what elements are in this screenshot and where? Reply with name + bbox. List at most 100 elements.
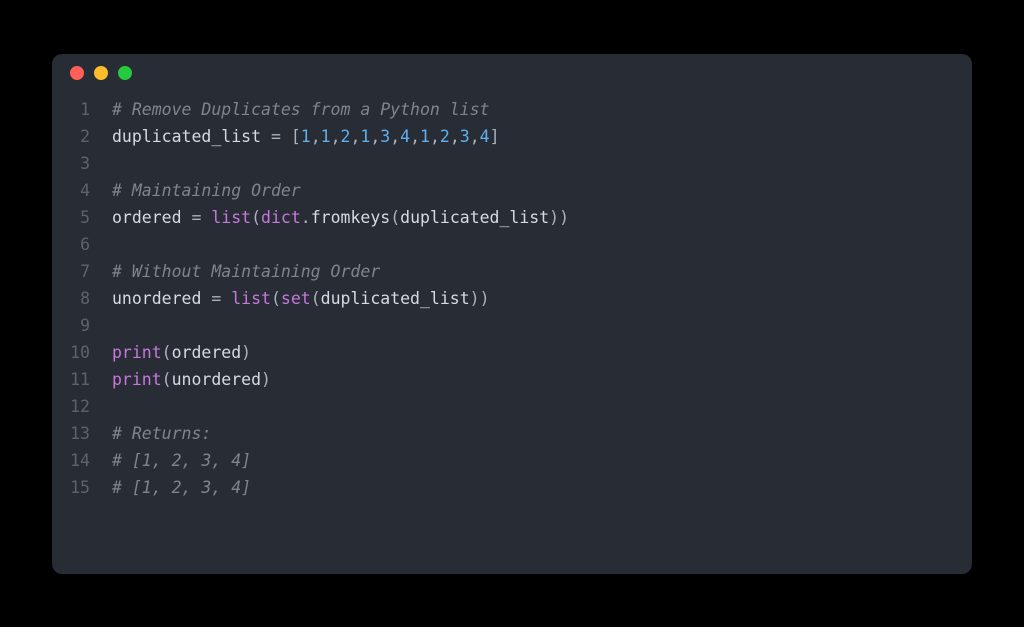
line-number: 3: [52, 150, 112, 177]
line-content: # Without Maintaining Order: [112, 258, 380, 285]
code-token: unordered: [172, 370, 261, 389]
code-token: 4: [480, 127, 490, 146]
code-token: 1: [321, 127, 331, 146]
code-token: ,: [311, 127, 321, 146]
code-line: 11print(unordered): [52, 366, 972, 393]
code-token: ,: [370, 127, 380, 146]
code-line: 2duplicated_list = [1,1,2,1,3,4,1,2,3,4]: [52, 123, 972, 150]
code-token: set: [281, 289, 311, 308]
line-number: 14: [52, 447, 112, 474]
code-token: 3: [460, 127, 470, 146]
code-line: 10print(ordered): [52, 339, 972, 366]
line-content: duplicated_list = [1,1,2,1,3,4,1,2,3,4]: [112, 123, 500, 150]
code-line: 12: [52, 393, 972, 420]
code-line: 15# [1, 2, 3, 4]: [52, 474, 972, 501]
code-token: ): [241, 343, 251, 362]
line-content: unordered = list(set(duplicated_list)): [112, 285, 490, 312]
code-token: print: [112, 370, 162, 389]
code-token: (: [162, 370, 172, 389]
line-number: 15: [52, 474, 112, 501]
line-number: 10: [52, 339, 112, 366]
code-token: ,: [390, 127, 400, 146]
code-line: 5ordered = list(dict.fromkeys(duplicated…: [52, 204, 972, 231]
line-number: 2: [52, 123, 112, 150]
code-token: unordered: [112, 289, 201, 308]
code-line: 9: [52, 312, 972, 339]
code-token: # Maintaining Order: [112, 181, 301, 200]
code-token: 1: [420, 127, 430, 146]
code-line: 4# Maintaining Order: [52, 177, 972, 204]
close-icon[interactable]: [70, 66, 84, 80]
line-number: 8: [52, 285, 112, 312]
code-token: =: [261, 127, 291, 146]
line-content: # Returns:: [112, 420, 211, 447]
code-token: ,: [470, 127, 480, 146]
code-token: fromkeys: [311, 208, 390, 227]
minimize-icon[interactable]: [94, 66, 108, 80]
code-area[interactable]: 1# Remove Duplicates from a Python list2…: [52, 92, 972, 501]
code-line: 7# Without Maintaining Order: [52, 258, 972, 285]
code-token: # Without Maintaining Order: [112, 262, 380, 281]
code-token: duplicated_list: [400, 208, 549, 227]
code-token: ordered: [112, 208, 182, 227]
line-number: 12: [52, 393, 112, 420]
code-token: =: [182, 208, 212, 227]
code-token: duplicated_list: [321, 289, 470, 308]
line-number: 11: [52, 366, 112, 393]
code-token: (: [311, 289, 321, 308]
code-line: 8unordered = list(set(duplicated_list)): [52, 285, 972, 312]
code-token: .: [301, 208, 311, 227]
line-content: # Remove Duplicates from a Python list: [112, 96, 490, 123]
code-token: 4: [400, 127, 410, 146]
code-token: )): [549, 208, 569, 227]
code-token: 2: [440, 127, 450, 146]
code-token: ,: [450, 127, 460, 146]
code-line: 3: [52, 150, 972, 177]
code-token: (: [162, 343, 172, 362]
code-token: )): [470, 289, 490, 308]
code-token: ,: [331, 127, 341, 146]
code-token: ,: [350, 127, 360, 146]
line-content: # Maintaining Order: [112, 177, 301, 204]
code-line: 6: [52, 231, 972, 258]
code-line: 1# Remove Duplicates from a Python list: [52, 96, 972, 123]
line-content: # [1, 2, 3, 4]: [112, 447, 251, 474]
line-number: 5: [52, 204, 112, 231]
code-token: (: [271, 289, 281, 308]
code-token: 2: [341, 127, 351, 146]
line-number: 6: [52, 231, 112, 258]
code-token: ,: [430, 127, 440, 146]
code-token: # [1, 2, 3, 4]: [112, 451, 251, 470]
code-token: print: [112, 343, 162, 362]
line-content: print(ordered): [112, 339, 251, 366]
code-token: # Returns:: [112, 424, 211, 443]
line-content: ordered = list(dict.fromkeys(duplicated_…: [112, 204, 569, 231]
code-token: ]: [490, 127, 500, 146]
code-token: (: [390, 208, 400, 227]
line-number: 4: [52, 177, 112, 204]
code-token: ordered: [172, 343, 242, 362]
line-content: print(unordered): [112, 366, 271, 393]
titlebar: [52, 54, 972, 92]
code-token: duplicated_list: [112, 127, 261, 146]
line-number: 13: [52, 420, 112, 447]
code-token: list: [211, 208, 251, 227]
code-token: 3: [380, 127, 390, 146]
editor-window: 1# Remove Duplicates from a Python list2…: [52, 54, 972, 574]
code-token: # Remove Duplicates from a Python list: [112, 100, 490, 119]
line-number: 7: [52, 258, 112, 285]
zoom-icon[interactable]: [118, 66, 132, 80]
code-token: [: [291, 127, 301, 146]
code-token: (: [251, 208, 261, 227]
line-number: 1: [52, 96, 112, 123]
code-token: ,: [410, 127, 420, 146]
code-token: dict: [261, 208, 301, 227]
code-line: 13# Returns:: [52, 420, 972, 447]
line-number: 9: [52, 312, 112, 339]
code-token: 1: [360, 127, 370, 146]
line-content: # [1, 2, 3, 4]: [112, 474, 251, 501]
code-token: ): [261, 370, 271, 389]
code-token: # [1, 2, 3, 4]: [112, 478, 251, 497]
code-line: 14# [1, 2, 3, 4]: [52, 447, 972, 474]
code-token: 1: [301, 127, 311, 146]
